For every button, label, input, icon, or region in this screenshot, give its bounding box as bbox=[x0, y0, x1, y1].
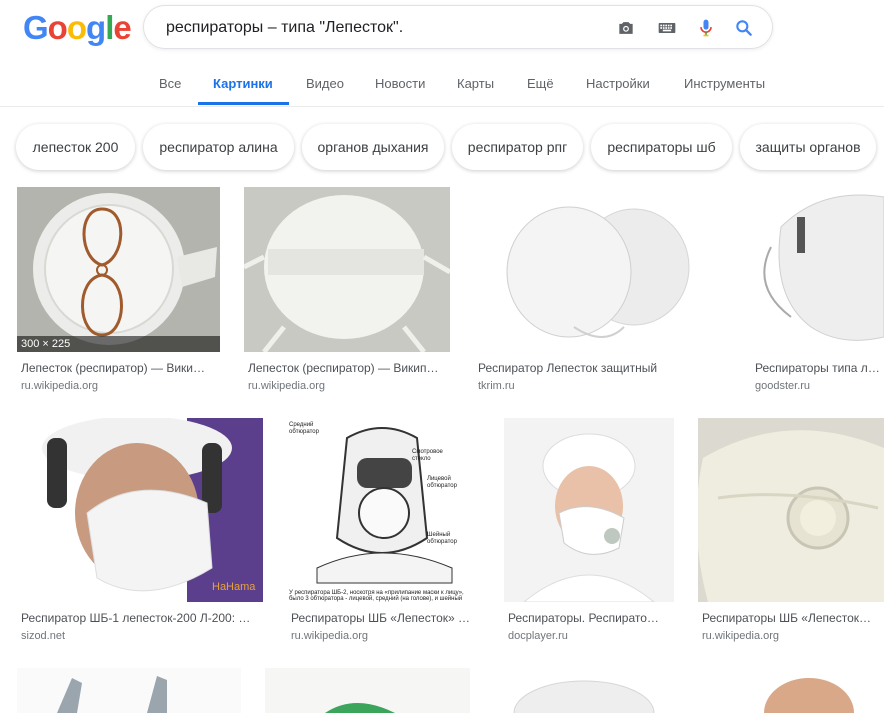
result-title[interactable]: Респираторы ШБ «Лепесток… bbox=[702, 611, 884, 625]
image-dimensions: 300 × 225 bbox=[17, 336, 220, 352]
result-title[interactable]: Респираторы ШБ «Лепесток» … bbox=[291, 611, 479, 625]
search-input[interactable] bbox=[164, 16, 608, 40]
result-site: ru.wikipedia.org bbox=[702, 630, 780, 642]
result-title[interactable]: Респиратор ШБ-1 лепесток-200 Л-200: … bbox=[21, 611, 259, 625]
svg-text:обтюратор: обтюратор bbox=[427, 539, 458, 545]
search-box bbox=[143, 5, 773, 49]
result-thumbnail[interactable]: Средний обтюратор Смотровое стекло Лицевой… bbox=[287, 418, 480, 602]
logo-letter: o bbox=[47, 9, 68, 46]
google-logo[interactable]: Google bbox=[23, 9, 132, 47]
result-thumbnail[interactable] bbox=[504, 418, 674, 602]
result-title[interactable]: Респираторы типа лепе bbox=[755, 361, 884, 375]
svg-text:HaHama: HaHama bbox=[212, 581, 256, 593]
result-thumbnail[interactable]: 300 × 225 bbox=[17, 187, 220, 352]
logo-letter: o bbox=[66, 9, 87, 46]
svg-text:обтюратор: обтюратор bbox=[289, 429, 320, 435]
related-search-chip[interactable]: респираторы шб bbox=[591, 124, 732, 170]
result-thumbnail[interactable] bbox=[244, 187, 450, 352]
svg-text:Лицевой: Лицевой bbox=[427, 475, 451, 482]
result-thumbnail[interactable]: HaHama bbox=[17, 418, 263, 602]
svg-text:Смотровое: Смотровое bbox=[412, 449, 444, 455]
camera-icon[interactable] bbox=[616, 18, 636, 38]
search-icon[interactable] bbox=[734, 18, 754, 38]
tab-maps[interactable]: Карты bbox=[457, 76, 494, 91]
related-search-chip[interactable]: органов дыхания bbox=[302, 124, 444, 170]
result-thumbnail[interactable] bbox=[724, 668, 884, 713]
svg-text:было 3 обтюратора - лицевой, с: было 3 обтюратора - лицевой, средний (на… bbox=[289, 595, 462, 602]
keyboard-icon[interactable] bbox=[657, 18, 677, 38]
tab-images[interactable]: Картинки bbox=[213, 76, 273, 91]
result-title[interactable]: Лепесток (респиратор) — Вики… bbox=[21, 361, 217, 375]
related-search-chip[interactable]: лепесток 200 bbox=[16, 124, 135, 170]
result-thumbnail[interactable] bbox=[698, 418, 884, 602]
tab-all[interactable]: Все bbox=[159, 76, 181, 91]
result-thumbnail[interactable] bbox=[494, 668, 700, 713]
result-title[interactable]: Лепесток (респиратор) — Викип… bbox=[248, 361, 448, 375]
tab-more[interactable]: Ещё bbox=[527, 76, 554, 91]
result-thumbnail[interactable] bbox=[751, 187, 884, 352]
related-search-chip[interactable]: респиратор алина bbox=[143, 124, 294, 170]
result-site: ru.wikipedia.org bbox=[248, 380, 326, 392]
result-thumbnail[interactable] bbox=[474, 187, 727, 352]
result-site: ru.wikipedia.org bbox=[21, 380, 99, 392]
result-site: tkrim.ru bbox=[478, 380, 515, 392]
related-search-chip[interactable]: респиратор рпг bbox=[452, 124, 583, 170]
svg-text:Средний: Средний bbox=[289, 421, 313, 428]
result-site: sizod.net bbox=[21, 630, 66, 642]
svg-text:Шейный: Шейный bbox=[427, 531, 450, 538]
tab-tools[interactable]: Инструменты bbox=[684, 76, 765, 91]
svg-text:стекло: стекло bbox=[412, 456, 431, 462]
result-thumbnail[interactable] bbox=[17, 668, 241, 713]
tab-news[interactable]: Новости bbox=[375, 76, 425, 91]
logo-letter: e bbox=[113, 9, 131, 46]
logo-letter: G bbox=[23, 9, 49, 46]
microphone-icon[interactable] bbox=[696, 18, 716, 38]
tab-video[interactable]: Видео bbox=[306, 76, 344, 91]
active-tab-indicator bbox=[198, 102, 289, 105]
result-site: ru.wikipedia.org bbox=[291, 630, 369, 642]
result-site: goodster.ru bbox=[755, 380, 811, 392]
result-thumbnail[interactable] bbox=[265, 668, 470, 713]
tab-settings[interactable]: Настройки bbox=[586, 76, 650, 91]
result-title[interactable]: Респиратор Лепесток защитный bbox=[478, 361, 723, 375]
related-search-chip[interactable]: защиты органов bbox=[740, 124, 876, 170]
search-tabs: Все Картинки Видео Новости Карты Ещё Нас… bbox=[0, 66, 884, 107]
logo-letter: g bbox=[86, 9, 106, 46]
svg-text:обтюратор: обтюратор bbox=[427, 483, 458, 489]
result-site: docplayer.ru bbox=[508, 630, 568, 642]
result-title[interactable]: Респираторы. Респирато… bbox=[508, 611, 672, 625]
